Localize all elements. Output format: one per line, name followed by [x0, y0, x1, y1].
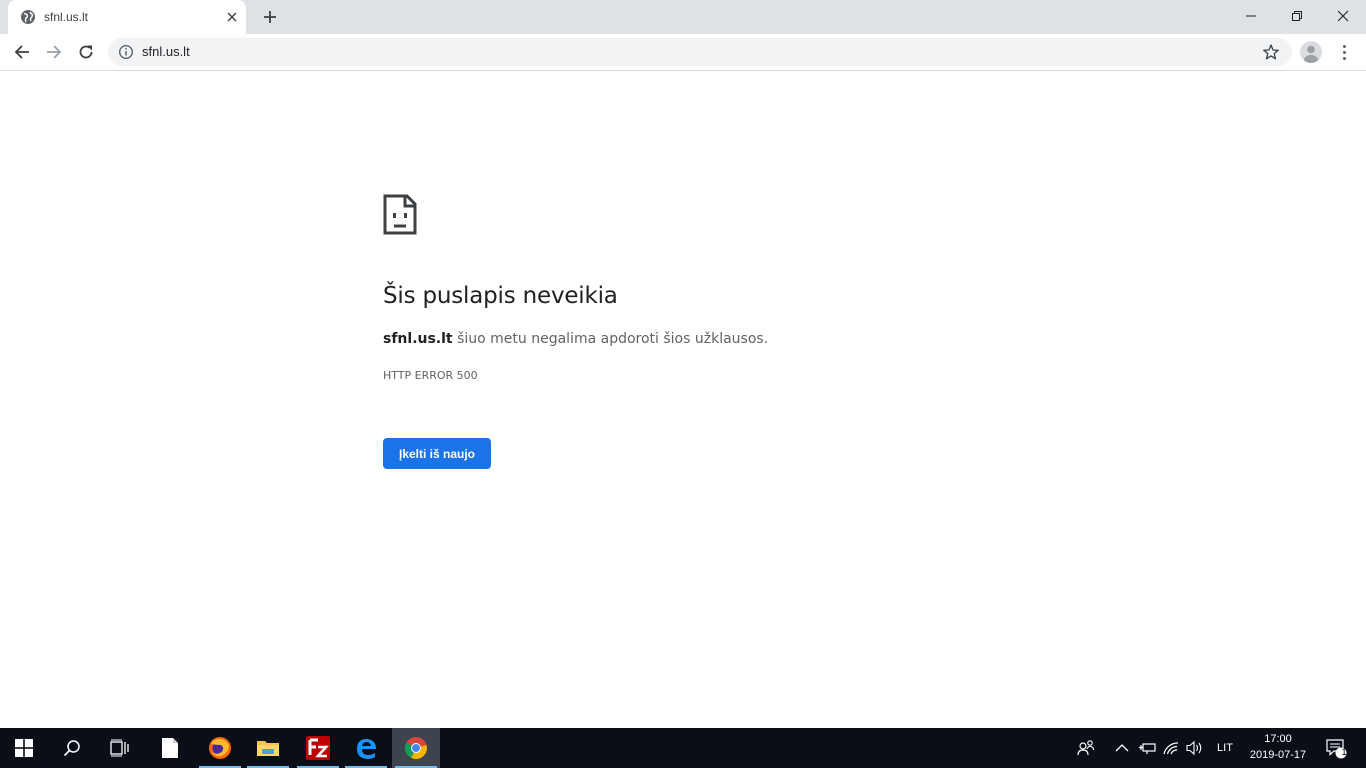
menu-dot [1342, 44, 1346, 48]
chrome-menu-button[interactable] [1334, 40, 1354, 64]
taskbar-chrome[interactable] [392, 728, 440, 768]
network-plug-icon[interactable] [1137, 738, 1157, 758]
chevron-up-icon[interactable] [1112, 738, 1132, 758]
tab-close-icon[interactable] [224, 9, 240, 25]
reload-button[interactable] [72, 38, 100, 66]
error-host: sfnl.us.lt [383, 331, 453, 347]
people-icon[interactable] [1076, 738, 1096, 758]
action-center-button[interactable]: 1 [1316, 728, 1356, 768]
taskbar-file-explorer[interactable] [244, 728, 292, 768]
system-clock[interactable]: 17:00 2019-07-17 [1244, 731, 1312, 767]
tab-title: sfnl.us.lt [44, 10, 89, 24]
reload-page-button[interactable]: Įkelti iš naujo [383, 438, 491, 469]
wifi-icon[interactable] [1161, 738, 1181, 758]
error-code: HTTP ERROR 500 [383, 369, 478, 382]
url-input[interactable] [142, 38, 1242, 66]
filezilla-icon [306, 736, 330, 760]
bookmark-star-icon[interactable] [1262, 43, 1280, 61]
reload-icon [79, 45, 93, 59]
chrome-icon [404, 737, 427, 760]
task-view-icon [110, 739, 129, 757]
forward-button[interactable] [40, 38, 68, 66]
taskbar-filezilla[interactable] [294, 728, 342, 768]
info-icon[interactable] [118, 44, 134, 60]
windows-taskbar: LIT 17:00 2019-07-17 1 [0, 728, 1366, 768]
clock-time: 17:00 [1264, 733, 1292, 745]
error-description: sfnl.us.lt šiuo metu negalima apdoroti š… [383, 331, 768, 347]
new-tab-button[interactable] [258, 5, 282, 29]
address-bar[interactable] [108, 38, 1292, 66]
close-icon [1337, 10, 1349, 22]
profile-avatar-icon[interactable] [1300, 41, 1322, 63]
document-icon [162, 738, 178, 758]
taskbar-notepad[interactable] [146, 728, 194, 768]
back-button[interactable] [8, 38, 36, 66]
menu-dot [1342, 56, 1346, 60]
volume-icon[interactable] [1185, 738, 1205, 758]
folder-icon [257, 741, 279, 756]
plus-icon [264, 11, 276, 23]
windows-logo-icon [15, 739, 33, 757]
arrow-right-icon [47, 45, 62, 59]
close-window-button[interactable] [1320, 0, 1366, 32]
menu-dot [1342, 50, 1346, 54]
browser-toolbar [0, 34, 1366, 71]
sad-page-icon [383, 194, 417, 235]
search-icon [63, 740, 80, 757]
search-button[interactable] [48, 728, 96, 768]
minimize-icon [1246, 15, 1256, 17]
taskbar-firefox[interactable] [196, 728, 244, 768]
notification-count: 1 [1341, 747, 1347, 757]
restore-icon [1292, 11, 1302, 21]
input-language[interactable]: LIT [1212, 728, 1238, 768]
clock-date: 2019-07-17 [1249, 749, 1307, 761]
error-title: Šis puslapis neveikia [383, 283, 618, 309]
taskbar-edge[interactable] [342, 728, 390, 768]
tab-strip: sfnl.us.lt [0, 0, 1366, 34]
firefox-icon [209, 737, 231, 759]
browser-tab[interactable]: sfnl.us.lt [8, 0, 246, 34]
globe-icon [20, 9, 36, 25]
arrow-left-icon [14, 45, 29, 59]
error-description-text: šiuo metu negalima apdoroti šios užklaus… [452, 331, 769, 347]
task-view-button[interactable] [96, 728, 144, 768]
edge-icon [357, 739, 376, 759]
minimize-button[interactable] [1228, 0, 1274, 32]
restore-button[interactable] [1274, 0, 1320, 32]
start-button[interactable] [0, 728, 48, 768]
